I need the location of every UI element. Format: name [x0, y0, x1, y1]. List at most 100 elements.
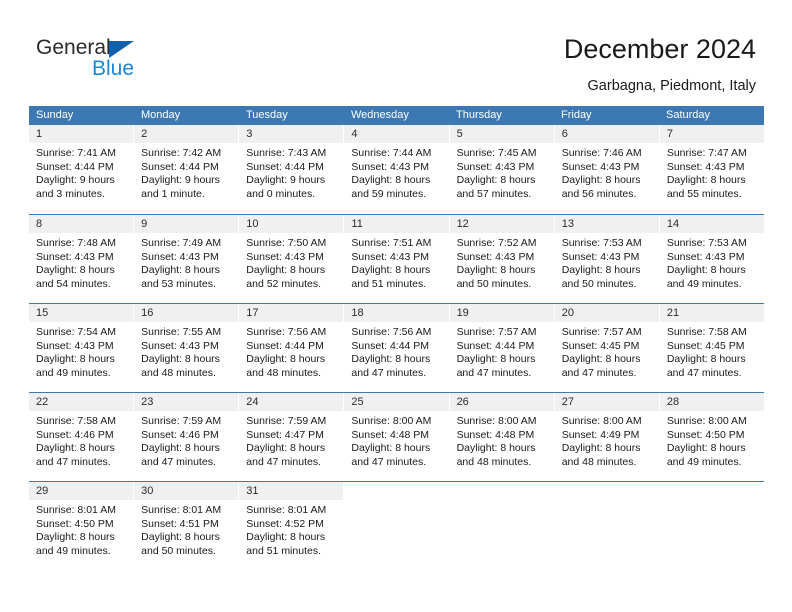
day-detail-line: Sunset: 4:44 PM — [36, 160, 114, 173]
calendar-day-cell[interactable]: 27 Sunrise: 8:00 AM Sunset: 4:49 PM Dayligh… — [554, 393, 660, 481]
day-number: 27 — [561, 396, 574, 408]
day-detail-line: Sunrise: 7:57 AM — [456, 326, 537, 338]
day-number: 10 — [246, 218, 259, 230]
day-detail-line: Daylight: 8 hours — [36, 531, 115, 544]
calendar-day-cell[interactable]: 17 Sunrise: 7:56 AM Sunset: 4:44 PM Dayligh… — [239, 304, 345, 392]
day-detail-line: Sunrise: 7:58 AM — [666, 326, 747, 338]
calendar-day-cell[interactable]: 25 Sunrise: 8:00 AM Sunset: 4:48 PM Dayligh… — [344, 393, 450, 481]
calendar-week-row: 22 Sunrise: 7:58 AM Sunset: 4:46 PM Dayligh… — [29, 392, 764, 481]
day-detail-lines: Sunrise: 7:53 AM Sunset: 4:43 PM Daylight:… — [555, 233, 659, 291]
day-detail-line: Daylight: 8 hours — [246, 264, 326, 277]
day-detail-line: Sunset: 4:43 PM — [141, 250, 219, 263]
day-detail-line: Sunset: 4:43 PM — [141, 339, 219, 352]
day-number-band: 26 — [449, 393, 554, 411]
day-number: 25 — [351, 396, 364, 408]
day-detail-line: Sunrise: 8:00 AM — [561, 415, 642, 427]
calendar-day-cell[interactable]: 9 Sunrise: 7:49 AM Sunset: 4:43 PM Daylight… — [134, 215, 240, 303]
day-number: 21 — [666, 307, 680, 319]
day-detail-line: Sunrise: 7:59 AM — [141, 415, 222, 427]
brand-logo[interactable]: General Blue — [36, 36, 236, 88]
day-number: 18 — [351, 307, 364, 319]
calendar-empty-cell — [344, 482, 450, 570]
calendar-day-cell[interactable]: 7 Sunrise: 7:47 AM Sunset: 4:43 PM Daylight… — [659, 125, 764, 214]
calendar-day-cell[interactable]: 24 Sunrise: 7:59 AM Sunset: 4:47 PM Dayligh… — [239, 393, 345, 481]
day-detail-line: Daylight: 8 hours — [561, 264, 641, 277]
weekday-header-saturday: Saturday — [666, 109, 711, 121]
day-detail-line: Sunrise: 8:01 AM — [141, 504, 222, 516]
calendar-day-cell[interactable]: 10 Sunrise: 7:50 AM Sunset: 4:43 PM Dayligh… — [239, 215, 345, 303]
page-subtitle: Garbagna, Piedmont, Italy — [587, 78, 756, 94]
day-detail-lines: Sunrise: 7:44 AM Sunset: 4:43 PM Daylight:… — [344, 143, 448, 201]
day-detail-line: and 57 minutes. — [456, 187, 532, 200]
calendar-day-cell[interactable]: 1 Sunrise: 7:41 AM Sunset: 4:44 PM Daylight… — [29, 125, 135, 214]
day-number: 2 — [141, 128, 148, 140]
calendar-day-cell[interactable]: 8 Sunrise: 7:48 AM Sunset: 4:43 PM Daylight… — [29, 215, 135, 303]
calendar-day-cell[interactable]: 5 Sunrise: 7:45 AM Sunset: 4:43 PM Daylight… — [449, 125, 555, 214]
day-number-band: 22 — [29, 393, 134, 411]
day-number-band: 21 — [659, 304, 764, 322]
calendar-day-cell[interactable]: 16 Sunrise: 7:55 AM Sunset: 4:43 PM Dayligh… — [134, 304, 240, 392]
calendar-day-cell[interactable]: 13 Sunrise: 7:53 AM Sunset: 4:43 PM Dayligh… — [554, 215, 660, 303]
day-detail-line: Daylight: 8 hours — [456, 174, 536, 187]
day-detail-line: Sunrise: 8:00 AM — [351, 415, 432, 427]
day-number-band: 6 — [554, 125, 659, 143]
calendar-day-cell[interactable]: 26 Sunrise: 8:00 AM Sunset: 4:48 PM Dayligh… — [449, 393, 555, 481]
weekday-header-friday: Friday — [561, 109, 592, 121]
calendar-day-cell[interactable]: 3 Sunrise: 7:43 AM Sunset: 4:44 PM Daylight… — [239, 125, 345, 214]
day-detail-line: Daylight: 8 hours — [351, 174, 431, 187]
day-detail-line: and 0 minutes. — [246, 187, 316, 200]
day-number-band: 23 — [134, 393, 239, 411]
calendar-day-cell[interactable]: 2 Sunrise: 7:42 AM Sunset: 4:44 PM Daylight… — [134, 125, 240, 214]
day-detail-lines: Sunrise: 7:41 AM Sunset: 4:44 PM Daylight:… — [29, 143, 133, 201]
day-number-band: 11 — [344, 215, 449, 233]
calendar-day-cell[interactable]: 30 Sunrise: 8:01 AM Sunset: 4:51 PM Dayligh… — [134, 482, 240, 570]
day-number-band — [660, 482, 764, 500]
calendar-day-cell[interactable]: 18 Sunrise: 7:56 AM Sunset: 4:44 PM Dayligh… — [344, 304, 450, 392]
day-number-band: 9 — [134, 215, 239, 233]
calendar-day-cell[interactable]: 12 Sunrise: 7:52 AM Sunset: 4:43 PM Dayligh… — [449, 215, 555, 303]
day-detail-line: Daylight: 8 hours — [351, 353, 431, 366]
day-detail-line: and 48 minutes. — [456, 455, 532, 468]
calendar-day-cell[interactable]: 29 Sunrise: 8:01 AM Sunset: 4:50 PM Dayligh… — [29, 482, 135, 570]
day-number-band: 2 — [134, 125, 239, 143]
day-detail-line: Sunset: 4:43 PM — [351, 250, 430, 263]
calendar-day-cell[interactable]: 11 Sunrise: 7:51 AM Sunset: 4:43 PM Dayligh… — [344, 215, 450, 303]
day-number-band: 4 — [344, 125, 449, 143]
day-detail-line: and 47 minutes. — [351, 366, 427, 379]
day-detail-line: Sunset: 4:44 PM — [141, 160, 219, 173]
calendar-week-row: 1 Sunrise: 7:41 AM Sunset: 4:44 PM Daylight… — [29, 125, 764, 214]
day-detail-line: and 49 minutes. — [36, 366, 111, 379]
day-detail-line: Sunrise: 7:47 AM — [666, 147, 747, 159]
calendar-day-cell[interactable]: 20 Sunrise: 7:57 AM Sunset: 4:45 PM Dayligh… — [554, 304, 660, 392]
day-number-band: 5 — [449, 125, 554, 143]
calendar-weeks: 1 Sunrise: 7:41 AM Sunset: 4:44 PM Daylight… — [29, 125, 764, 570]
calendar-day-cell[interactable]: 15 Sunrise: 7:54 AM Sunset: 4:43 PM Dayligh… — [29, 304, 135, 392]
calendar-day-cell[interactable]: 21 Sunrise: 7:58 AM Sunset: 4:45 PM Dayligh… — [659, 304, 764, 392]
day-number: 13 — [561, 218, 574, 230]
day-detail-line: Daylight: 9 hours — [36, 174, 115, 187]
calendar-day-cell[interactable]: 19 Sunrise: 7:57 AM Sunset: 4:44 PM Dayligh… — [449, 304, 555, 392]
day-detail-lines: Sunrise: 7:59 AM Sunset: 4:47 PM Daylight:… — [239, 411, 343, 469]
day-number-band: 13 — [554, 215, 659, 233]
day-detail-line: and 50 minutes. — [456, 277, 532, 290]
day-detail-line: Sunrise: 7:48 AM — [36, 237, 116, 249]
day-detail-line: and 48 minutes. — [141, 366, 216, 379]
day-number: 3 — [246, 128, 253, 140]
calendar-day-cell[interactable]: 6 Sunrise: 7:46 AM Sunset: 4:43 PM Daylight… — [554, 125, 660, 214]
day-detail-line: Sunrise: 7:58 AM — [36, 415, 116, 427]
calendar-day-cell[interactable]: 14 Sunrise: 7:53 AM Sunset: 4:43 PM Dayligh… — [659, 215, 764, 303]
day-detail-line: Sunset: 4:43 PM — [36, 339, 114, 352]
brand-name-blue: Blue — [92, 57, 135, 80]
day-detail-lines: Sunrise: 7:55 AM Sunset: 4:43 PM Daylight:… — [134, 322, 238, 380]
day-number-band: 12 — [449, 215, 554, 233]
day-detail-line: Sunrise: 7:55 AM — [141, 326, 222, 338]
day-detail-line: and 52 minutes. — [246, 277, 321, 290]
calendar-day-cell[interactable]: 28 Sunrise: 8:00 AM Sunset: 4:50 PM Dayligh… — [659, 393, 764, 481]
day-detail-lines: Sunrise: 7:56 AM Sunset: 4:44 PM Daylight:… — [344, 322, 448, 380]
day-detail-line: Sunrise: 7:57 AM — [561, 326, 642, 338]
calendar-day-cell[interactable]: 22 Sunrise: 7:58 AM Sunset: 4:46 PM Dayligh… — [29, 393, 135, 481]
day-number: 23 — [141, 396, 154, 408]
calendar-day-cell[interactable]: 31 Sunrise: 8:01 AM Sunset: 4:52 PM Dayligh… — [239, 482, 345, 570]
calendar-day-cell[interactable]: 23 Sunrise: 7:59 AM Sunset: 4:46 PM Dayligh… — [134, 393, 240, 481]
calendar-day-cell[interactable]: 4 Sunrise: 7:44 AM Sunset: 4:43 PM Daylight… — [344, 125, 450, 214]
